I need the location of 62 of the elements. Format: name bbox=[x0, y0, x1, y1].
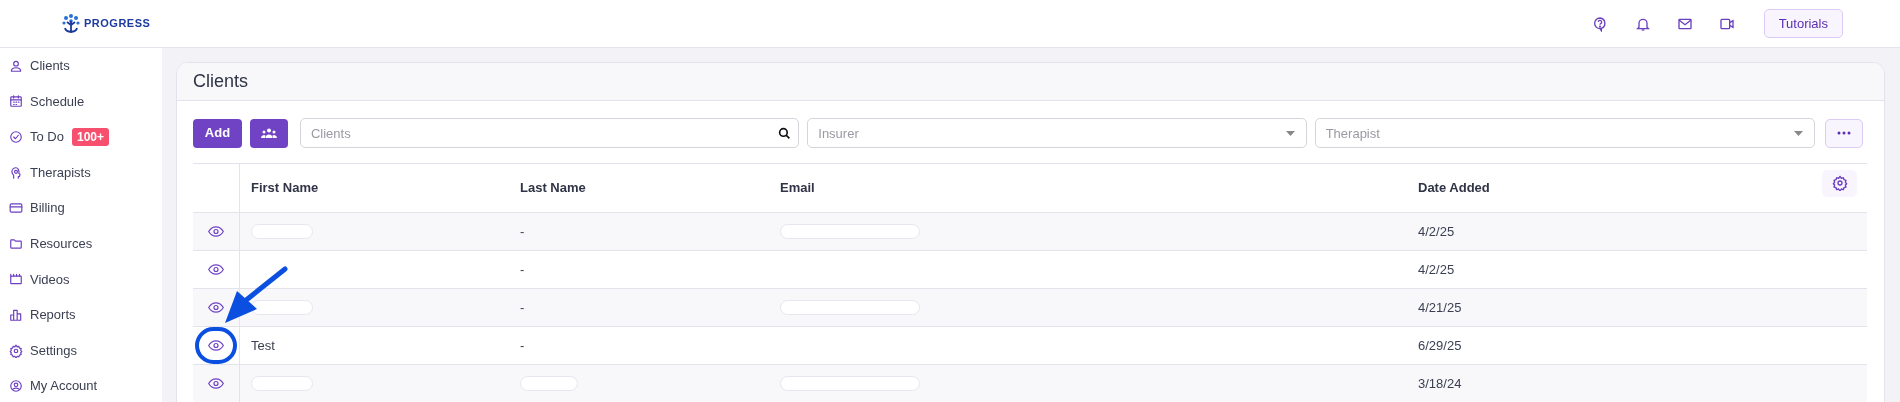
search-icon bbox=[778, 127, 792, 140]
head-icon bbox=[9, 165, 23, 180]
eye-icon[interactable] bbox=[208, 264, 224, 275]
check-circle-icon bbox=[9, 130, 23, 144]
caret-icon bbox=[1285, 131, 1295, 136]
sidebar-item[interactable]: Therapists bbox=[0, 154, 162, 191]
date-text: 4/2/25 bbox=[1418, 260, 1455, 279]
column-header: Date Added bbox=[1418, 179, 1490, 198]
insurer-dropdown[interactable]: Insurer bbox=[807, 118, 1307, 148]
sidebar-item[interactable]: To Do 100+ bbox=[0, 119, 162, 155]
sidebar-item[interactable]: Clients bbox=[0, 48, 162, 84]
gear-icon bbox=[9, 343, 23, 358]
column-header: Email bbox=[780, 179, 815, 198]
sidebar-item[interactable]: Billing bbox=[0, 190, 162, 226]
page-title: Clients bbox=[193, 70, 249, 93]
folder-icon bbox=[9, 236, 23, 251]
redaction-mark bbox=[251, 300, 313, 315]
therapist-dropdown[interactable]: Therapist bbox=[1314, 118, 1816, 148]
date-text: 4/21/25 bbox=[1418, 298, 1462, 317]
calendar-icon bbox=[9, 94, 23, 109]
add-button[interactable]: Add bbox=[193, 118, 242, 148]
logo-text: PROGRESS bbox=[84, 16, 151, 32]
eye-icon[interactable] bbox=[208, 340, 224, 351]
table-cell-text: - bbox=[520, 222, 525, 241]
date-text: 6/29/25 bbox=[1418, 336, 1462, 355]
sidebar-item[interactable]: My Account bbox=[0, 368, 162, 402]
gear-icon bbox=[1831, 175, 1848, 191]
sidebar-item[interactable]: Videos bbox=[0, 261, 162, 298]
tree-logo-icon bbox=[60, 11, 82, 36]
sidebar-item[interactable]: Schedule bbox=[0, 83, 162, 120]
table-cell-text: - bbox=[520, 336, 525, 355]
date-text: 4/2/25 bbox=[1418, 222, 1455, 241]
bar-chart-icon bbox=[9, 307, 23, 322]
sidebar-item[interactable]: Reports bbox=[0, 297, 162, 333]
user-circle-icon bbox=[9, 379, 23, 394]
table-cell-text: - bbox=[520, 260, 525, 279]
person-icon bbox=[9, 58, 23, 73]
column-header: First Name bbox=[251, 179, 319, 198]
date-text: 3/18/24 bbox=[1418, 374, 1462, 393]
column-header: Last Name bbox=[520, 179, 586, 198]
eye-icon[interactable] bbox=[208, 302, 224, 313]
table-cell-text: Test bbox=[251, 336, 275, 355]
sidebar-item[interactable]: Resources bbox=[0, 225, 162, 262]
clapperboard-icon bbox=[9, 272, 23, 287]
credit-card-icon bbox=[9, 201, 23, 216]
help-icon[interactable] bbox=[1591, 15, 1608, 32]
redaction-mark bbox=[251, 376, 313, 391]
annotation-arrow bbox=[225, 266, 288, 323]
tutorials-button[interactable]: Tutorials bbox=[1763, 9, 1843, 38]
caret-icon bbox=[1794, 131, 1804, 136]
more-icon bbox=[1837, 131, 1852, 135]
sidebar-item[interactable]: Settings bbox=[0, 332, 162, 369]
eye-icon[interactable] bbox=[208, 378, 224, 389]
group-button[interactable] bbox=[249, 118, 288, 148]
table-cell-text: - bbox=[520, 298, 525, 317]
redaction-mark bbox=[251, 224, 313, 239]
people-icon bbox=[260, 128, 277, 138]
column-settings-button[interactable] bbox=[1822, 169, 1857, 197]
count-badge: 100+ bbox=[71, 128, 109, 146]
eye-icon[interactable] bbox=[208, 226, 224, 237]
search-field[interactable]: Clients bbox=[299, 118, 800, 148]
redaction-mark bbox=[520, 376, 578, 391]
